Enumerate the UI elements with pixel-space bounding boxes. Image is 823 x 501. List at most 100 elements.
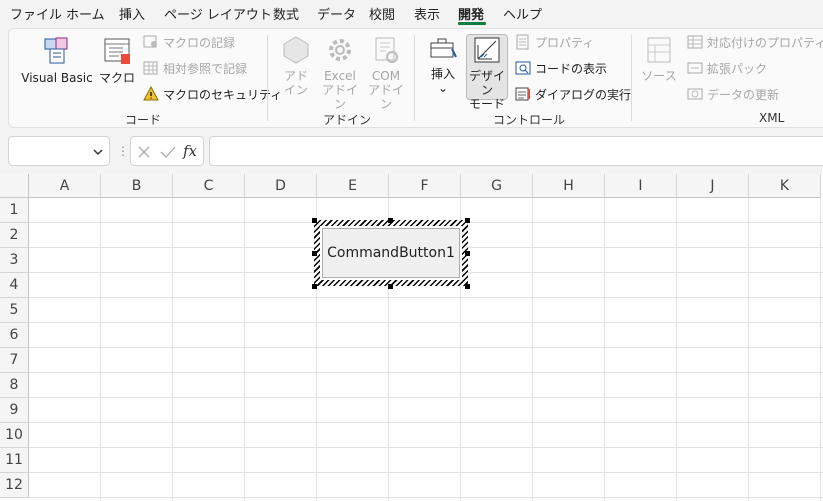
column-header[interactable]: K	[749, 174, 821, 198]
chevron-down-icon: ⌄	[437, 81, 449, 95]
column-header[interactable]: D	[245, 174, 317, 198]
tab-view[interactable]: 表示	[414, 4, 440, 23]
command-button[interactable]: CommandButton1	[322, 228, 460, 278]
excel-addins-button[interactable]: Excel アドイン	[319, 35, 361, 111]
enter-check-icon[interactable]	[160, 145, 176, 159]
addin-hexagon-icon	[283, 36, 309, 64]
map-properties-label: 対応付けのプロパティ	[707, 36, 823, 50]
resize-handle-right[interactable]	[465, 251, 470, 256]
relative-reference-label: 相対参照で記録	[163, 62, 248, 76]
tab-file[interactable]: ファイル	[10, 4, 62, 23]
group-label-code: コード	[125, 113, 162, 127]
macro-security-button[interactable]: マクロのセキュリティ	[143, 85, 282, 105]
column-header[interactable]: J	[677, 174, 749, 198]
relative-reference-button[interactable]: 相対参照で記録	[143, 59, 247, 79]
insert-control-button[interactable]: 挿入 ⌄	[425, 35, 461, 95]
column-header[interactable]: G	[461, 174, 533, 198]
row-header[interactable]: 2	[0, 223, 29, 248]
row-header[interactable]: 1	[0, 198, 29, 223]
refresh-data-button[interactable]: データの更新	[687, 85, 779, 105]
group-label-xml: XML	[759, 111, 785, 125]
chevron-down-icon[interactable]	[93, 148, 103, 156]
group-separator	[267, 35, 268, 121]
row-header[interactable]: 3	[0, 248, 29, 273]
column-header[interactable]: E	[317, 174, 389, 198]
column-header[interactable]: B	[101, 174, 173, 198]
excel-window: ファイル ホーム 挿入 ページ レイアウト 数式 データ 校閲 表示 開発 ヘル…	[0, 0, 823, 501]
command-button-selection-frame[interactable]: CommandButton1	[314, 220, 468, 286]
com-addins-icon	[375, 37, 398, 63]
view-code-label: コードの表示	[535, 62, 608, 76]
com-addins-label-line2: アドイン	[367, 83, 404, 111]
resize-handle-top-right[interactable]	[465, 218, 470, 223]
resize-handle-top-left[interactable]	[312, 218, 317, 223]
grid-row-line	[29, 497, 823, 498]
tab-data[interactable]: データ	[317, 4, 356, 23]
row-header[interactable]: 6	[0, 323, 29, 348]
active-tab-indicator	[458, 22, 486, 25]
design-mode-content: デザイン モード	[466, 35, 508, 111]
tab-developer[interactable]: 開発	[458, 4, 484, 23]
properties-button[interactable]: プロパティ	[515, 33, 594, 53]
visual-basic-button[interactable]: Visual Basic	[21, 35, 93, 85]
excel-addins-label-line1: Excel	[324, 69, 356, 83]
column-header[interactable]: I	[605, 174, 677, 198]
map-properties-button[interactable]: 対応付けのプロパティ	[687, 33, 823, 53]
row-header[interactable]: 12	[0, 473, 29, 498]
tab-review[interactable]: 校閲	[369, 4, 395, 23]
tab-page-layout[interactable]: ページ レイアウト	[164, 4, 272, 23]
gear-icon	[329, 39, 351, 61]
row-header[interactable]: 9	[0, 398, 29, 423]
run-dialog-button[interactable]: ダイアログの実行	[515, 85, 631, 105]
row-header[interactable]: 7	[0, 348, 29, 373]
grid-row-line	[29, 322, 823, 323]
row-header[interactable]: 4	[0, 273, 29, 298]
column-header[interactable]: F	[389, 174, 461, 198]
properties-icon	[516, 34, 529, 50]
macro-button[interactable]: マクロ	[97, 35, 137, 85]
grid-column-line	[820, 198, 821, 501]
com-addins-button[interactable]: COM アドイン	[365, 35, 407, 111]
select-all-corner[interactable]	[0, 174, 29, 198]
row-header[interactable]: 8	[0, 373, 29, 398]
tab-insert[interactable]: 挿入	[119, 4, 145, 23]
grid-column-line	[532, 198, 533, 501]
row-header[interactable]: 11	[0, 448, 29, 473]
column-header[interactable]: A	[29, 174, 101, 198]
design-ruler-icon	[474, 37, 500, 63]
view-code-button[interactable]: コードの表示	[515, 59, 607, 79]
formula-buttons: fx	[130, 136, 204, 166]
row-header[interactable]: 10	[0, 423, 29, 448]
expansion-pack-button[interactable]: 拡張パック	[687, 59, 767, 79]
tab-formulas[interactable]: 数式	[273, 4, 299, 23]
name-box[interactable]	[8, 136, 110, 166]
record-macro-button[interactable]: マクロの記録	[143, 33, 235, 53]
resize-handle-left[interactable]	[312, 251, 317, 256]
formula-bar: ⋮ fx	[0, 132, 823, 172]
insert-function-button[interactable]: fx	[183, 142, 197, 160]
column-header[interactable]: H	[533, 174, 605, 198]
run-dialog-icon	[515, 87, 530, 101]
grid-column-line	[676, 198, 677, 501]
formula-input[interactable]	[209, 136, 823, 166]
tab-help[interactable]: ヘルプ	[503, 4, 542, 23]
resize-handle-top[interactable]	[388, 218, 393, 223]
map-properties-icon	[687, 35, 703, 49]
refresh-data-label: データの更新	[707, 88, 780, 102]
menu-tabs: ファイル ホーム 挿入 ページ レイアウト 数式 データ 校閲 表示 開発 ヘル…	[0, 0, 823, 26]
record-macro-label: マクロの記録	[163, 36, 236, 50]
addins-button[interactable]: アド イン	[281, 35, 311, 97]
addins-label-line2: イン	[283, 83, 308, 97]
resize-handle-bottom[interactable]	[388, 284, 393, 289]
resize-handle-bottom-right[interactable]	[465, 284, 470, 289]
properties-label: プロパティ	[535, 36, 595, 50]
grid-row-line	[29, 422, 823, 423]
row-header[interactable]: 5	[0, 298, 29, 323]
tab-home[interactable]: ホーム	[66, 4, 105, 23]
group-separator	[414, 35, 415, 121]
column-header[interactable]: C	[173, 174, 245, 198]
xml-source-button[interactable]: ソース	[639, 35, 679, 83]
cancel-icon[interactable]	[137, 145, 151, 159]
more-options-icon[interactable]: ⋮	[117, 144, 129, 158]
resize-handle-bottom-left[interactable]	[312, 284, 317, 289]
